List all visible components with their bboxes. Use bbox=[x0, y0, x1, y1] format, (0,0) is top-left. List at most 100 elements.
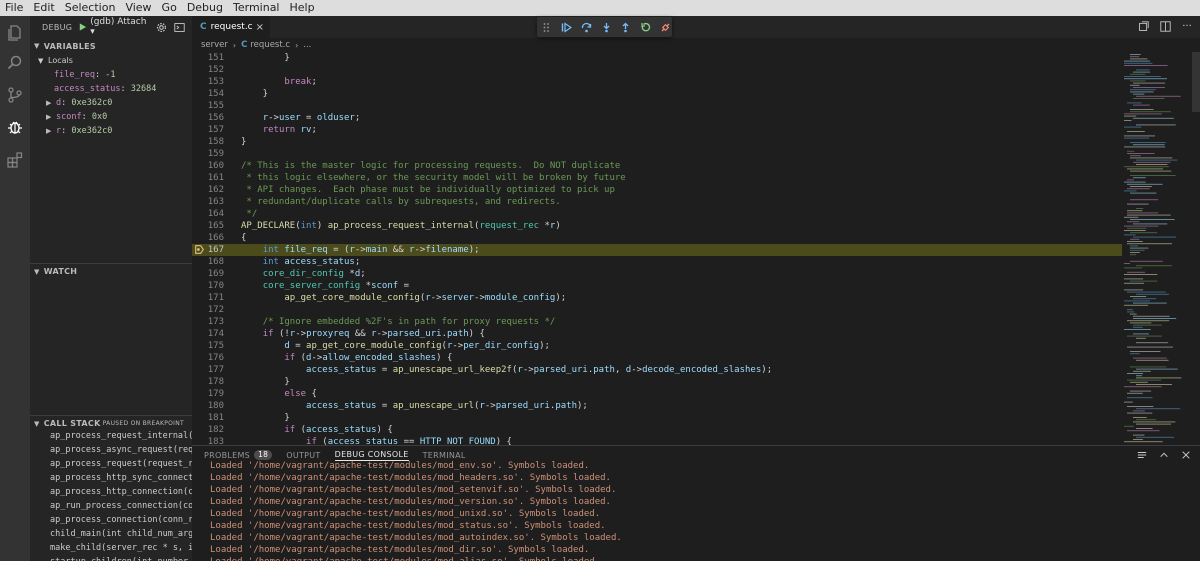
open-console-icon[interactable] bbox=[174, 20, 187, 34]
code-line: 173 /* Ignore embedded %2F's in path for… bbox=[192, 316, 1122, 328]
code-text: if (access_status) { bbox=[284, 425, 393, 435]
code-text: } bbox=[241, 53, 290, 63]
callstack-frame[interactable]: ap_process_http_connection(co bbox=[30, 485, 192, 499]
variable-row[interactable]: file_req: -1 bbox=[30, 68, 192, 82]
menu-selection[interactable]: Selection bbox=[60, 0, 121, 16]
panel-tab-label: DEBUG CONSOLE bbox=[334, 449, 409, 459]
variable-row[interactable]: access_status: 32684 bbox=[30, 82, 192, 96]
line-number: 171 bbox=[207, 293, 224, 303]
line-number: 183 bbox=[207, 437, 224, 445]
code-text: { bbox=[241, 233, 247, 243]
code-line: 171 ap_get_core_module_config(r->server-… bbox=[192, 292, 1122, 304]
continue-icon[interactable] bbox=[560, 20, 574, 34]
code-text: else { bbox=[284, 389, 317, 399]
minimap[interactable] bbox=[1122, 52, 1192, 445]
menu-debug[interactable]: Debug bbox=[182, 0, 228, 16]
console-line: Loaded '/home/vagrant/apache-test/module… bbox=[210, 497, 611, 507]
chevron-down-icon: ▼ bbox=[34, 419, 40, 428]
watch-section-header[interactable]: ▼ WATCH bbox=[30, 263, 192, 279]
extensions-icon[interactable] bbox=[0, 144, 30, 174]
panel-tab-problems[interactable]: PROBLEMS 18 bbox=[204, 450, 273, 460]
callstack-frame[interactable]: make_child(server_rec * s, in bbox=[30, 541, 192, 555]
menu-help[interactable]: Help bbox=[285, 0, 320, 16]
panel-tab-terminal[interactable]: TERMINAL bbox=[423, 451, 466, 460]
breadcrumb-symbol[interactable]: ... bbox=[303, 40, 311, 50]
code-text: */ bbox=[241, 209, 258, 219]
callstack-frame[interactable]: startup_children(int number_t bbox=[30, 555, 192, 561]
split-editor-icon[interactable] bbox=[1158, 19, 1172, 33]
search-icon[interactable] bbox=[0, 48, 30, 78]
step-out-icon[interactable] bbox=[619, 20, 633, 34]
callstack-frame[interactable]: ap_run_process_connection(con bbox=[30, 499, 192, 513]
line-number: 182 bbox=[207, 425, 224, 435]
variable-separator: : bbox=[61, 98, 72, 108]
drag-handle-icon[interactable] bbox=[540, 20, 554, 34]
line-number: 155 bbox=[207, 101, 224, 111]
console-line: Loaded '/home/vagrant/apache-test/module… bbox=[210, 556, 1190, 561]
line-number: 172 bbox=[207, 305, 224, 315]
step-over-icon[interactable] bbox=[579, 20, 593, 34]
code-line: 178 } bbox=[192, 376, 1122, 388]
minimap-slider[interactable] bbox=[1192, 52, 1200, 112]
disconnect-icon[interactable] bbox=[658, 20, 672, 34]
line-number: 173 bbox=[207, 317, 224, 327]
start-debugging-icon[interactable] bbox=[78, 22, 87, 32]
close-icon[interactable]: × bbox=[256, 22, 264, 33]
open-changes-icon[interactable] bbox=[1136, 19, 1150, 33]
code-line: 179 else { bbox=[192, 388, 1122, 400]
line-number: 167 bbox=[207, 245, 224, 255]
variable-separator: : bbox=[81, 112, 92, 122]
chevron-right-icon: ▶ bbox=[46, 99, 52, 107]
menu-terminal[interactable]: Terminal bbox=[228, 0, 285, 16]
menu-file[interactable]: File bbox=[0, 0, 28, 16]
variables-section-header[interactable]: ▼ VARIABLES bbox=[30, 39, 192, 53]
locals-scope[interactable]: ▼ Locals bbox=[30, 54, 192, 68]
menu-view[interactable]: View bbox=[120, 0, 156, 16]
variables-title: VARIABLES bbox=[43, 41, 96, 51]
code-text: access_status = ap_unescape_url(r->parse… bbox=[306, 401, 588, 411]
menu-edit[interactable]: Edit bbox=[28, 0, 59, 16]
breadcrumb-file[interactable]: request.c bbox=[250, 40, 290, 50]
code-line: 158} bbox=[192, 136, 1122, 148]
code-text: } bbox=[241, 413, 290, 423]
gear-icon[interactable] bbox=[155, 20, 168, 34]
callstack-frame[interactable]: ap_process_request(request_re bbox=[30, 457, 192, 471]
debug-icon[interactable] bbox=[0, 112, 30, 142]
debug-console-output[interactable]: Loaded '/home/vagrant/apache-test/module… bbox=[210, 460, 1190, 561]
line-number: 162 bbox=[207, 185, 224, 195]
code-editor[interactable]: 151 } 152 153 break; 154 } 155 156 r->user = … bbox=[192, 52, 1122, 445]
variable-row[interactable]: ▶ r: 0xe362c0 bbox=[30, 124, 192, 138]
breadcrumb-folder[interactable]: server bbox=[201, 40, 228, 50]
menu-go[interactable]: Go bbox=[157, 0, 182, 16]
variable-row[interactable]: ▶ sconf: 0x0 bbox=[30, 110, 192, 124]
variable-name: access_status bbox=[54, 84, 121, 94]
console-line: Loaded '/home/vagrant/apache-test/module… bbox=[210, 545, 590, 555]
variable-separator: : bbox=[94, 70, 106, 80]
line-number: 156 bbox=[207, 113, 224, 123]
debug-config-select[interactable]: (gdb) Attach ▾ bbox=[90, 17, 147, 37]
callstack-frame[interactable]: child_main(int child_num_arg, bbox=[30, 527, 192, 541]
code-text: } bbox=[241, 137, 247, 147]
tab-bar: C request.c × ··· bbox=[192, 16, 1200, 38]
code-text: d = ap_get_core_module_config(r->per_dir… bbox=[284, 341, 550, 351]
code-text: r->user = olduser; bbox=[262, 113, 361, 123]
source-control-icon[interactable] bbox=[0, 80, 30, 110]
restart-icon[interactable] bbox=[639, 20, 653, 34]
activity-bar bbox=[0, 16, 30, 561]
code-text: * API changes. Each phase must be indivi… bbox=[241, 185, 615, 195]
files-icon[interactable] bbox=[0, 18, 30, 48]
callstack-frame[interactable]: ap_process_async_request(requ bbox=[30, 443, 192, 457]
more-actions-icon[interactable]: ··· bbox=[1180, 19, 1194, 33]
panel-tab-debug-console[interactable]: DEBUG CONSOLE bbox=[334, 449, 409, 461]
variable-row[interactable]: ▶ d: 0xe362c0 bbox=[30, 96, 192, 110]
panel-tab-output[interactable]: OUTPUT bbox=[286, 451, 320, 460]
tab-request-c[interactable]: C request.c × bbox=[192, 16, 270, 38]
line-number: 153 bbox=[207, 77, 224, 87]
callstack-frame[interactable]: ap_process_connection(conn_re bbox=[30, 513, 192, 527]
code-line: 156 r->user = olduser; bbox=[192, 112, 1122, 124]
callstack-frame[interactable]: ap_process_request_internal(r bbox=[30, 429, 192, 443]
step-into-icon[interactable] bbox=[599, 20, 613, 34]
chevron-right-icon: ▶ bbox=[46, 127, 52, 135]
code-line: 175 d = ap_get_core_module_config(r->per… bbox=[192, 340, 1122, 352]
callstack-frame[interactable]: ap_process_http_sync_connecti bbox=[30, 471, 192, 485]
